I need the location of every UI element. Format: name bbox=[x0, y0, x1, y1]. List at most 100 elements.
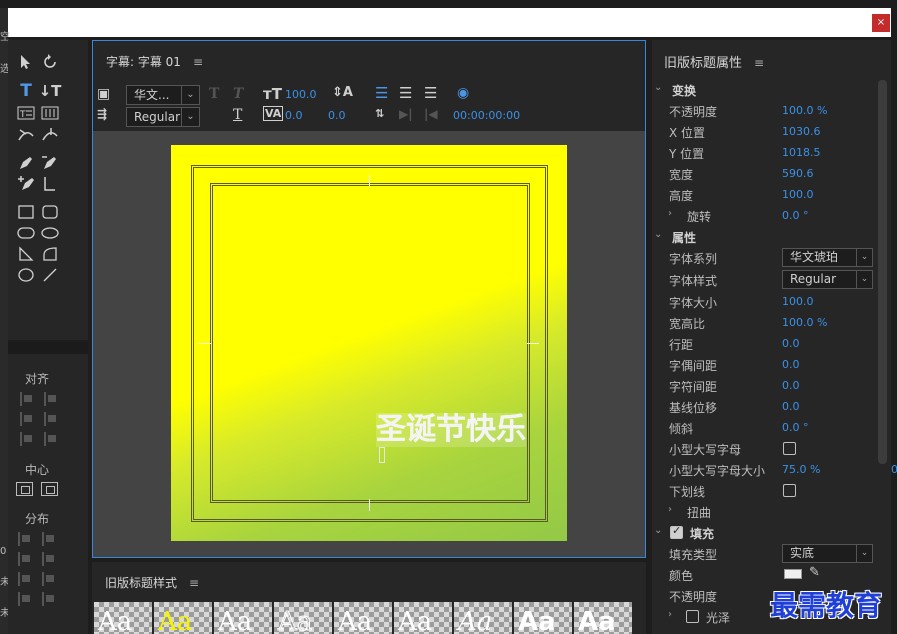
width-value[interactable]: 590.6 bbox=[782, 167, 814, 180]
underline-icon[interactable]: T bbox=[233, 107, 242, 123]
sheen-checkbox[interactable] bbox=[686, 610, 699, 623]
style-swatch[interactable]: Aa bbox=[514, 602, 572, 634]
delete-anchor-tool-icon[interactable] bbox=[40, 153, 60, 173]
style-swatch[interactable]: Aa bbox=[154, 602, 212, 634]
font-size-value[interactable]: 100.0 bbox=[782, 295, 814, 308]
rounded-corner-rectangle-tool-icon[interactable] bbox=[40, 223, 60, 243]
style-swatch[interactable]: Aa bbox=[394, 602, 452, 634]
properties-tab[interactable]: 旧版标题属性 ≡ bbox=[664, 52, 764, 71]
align-right-icon[interactable] bbox=[20, 432, 34, 446]
leading-value[interactable]: 0.0 bbox=[782, 337, 800, 350]
center-vertical-icon[interactable] bbox=[41, 482, 58, 496]
height-value[interactable]: 100.0 bbox=[782, 188, 814, 201]
vertical-area-type-tool-icon[interactable] bbox=[40, 103, 60, 123]
timecode-value[interactable]: 00:00:00:00 bbox=[453, 109, 520, 122]
tab-stop-ruler-icon[interactable]: ⇅ bbox=[375, 107, 384, 120]
attributes-section[interactable]: ⌄ 属性 bbox=[652, 226, 876, 247]
kerning-value[interactable]: 0.0 bbox=[782, 358, 800, 371]
properties-scrollbar[interactable] bbox=[878, 80, 887, 464]
smallcaps-size-value[interactable]: 75.0 % bbox=[782, 463, 820, 476]
add-anchor-tool-icon[interactable] bbox=[16, 174, 36, 194]
prop-row-distort[interactable]: › 扭曲 bbox=[652, 501, 876, 522]
fill-section[interactable]: ⌄ 填充 bbox=[652, 522, 876, 543]
aspect-value[interactable]: 100.0 % bbox=[782, 316, 827, 329]
rotate-tool-icon[interactable] bbox=[40, 52, 60, 72]
kerning-value[interactable]: 0.0 bbox=[285, 109, 303, 122]
distribute-bottom-icon[interactable] bbox=[42, 572, 56, 586]
titler-canvas[interactable]: 圣诞节快乐 bbox=[93, 131, 645, 557]
y-position-value[interactable]: 1018.5 bbox=[782, 146, 821, 159]
styles-tab[interactable]: 旧版标题样式 ≡ bbox=[105, 574, 199, 591]
area-type-tool-icon[interactable]: T bbox=[16, 103, 36, 123]
fill-color-swatch[interactable] bbox=[784, 569, 802, 579]
titler-tab[interactable]: 字幕: 字幕 01 ≡ bbox=[106, 53, 203, 70]
vertical-path-type-tool-icon[interactable] bbox=[40, 125, 60, 145]
rectangle-tool-icon[interactable] bbox=[16, 202, 36, 222]
path-type-tool-icon[interactable] bbox=[16, 125, 36, 145]
distribute-top-icon[interactable] bbox=[42, 532, 56, 546]
style-swatch[interactable]: Aa bbox=[274, 602, 332, 634]
play-back-icon[interactable]: |◀ bbox=[424, 107, 438, 121]
x-position-value[interactable]: 1030.6 bbox=[782, 125, 821, 138]
style-swatch[interactable]: Aa bbox=[574, 602, 632, 634]
convert-anchor-tool-icon[interactable] bbox=[40, 174, 60, 194]
pen-tool-icon[interactable] bbox=[16, 153, 36, 173]
clipped-corner-rectangle-tool-icon[interactable] bbox=[16, 223, 36, 243]
tab-stops-icon[interactable]: ⇶ bbox=[97, 107, 107, 121]
align-center-text-icon[interactable]: ☰ bbox=[399, 84, 412, 102]
prop-row-rotation[interactable]: › 旋转 0.0 ° bbox=[652, 205, 876, 226]
align-left-text-icon[interactable]: ☰ bbox=[375, 84, 388, 102]
distribute-right-icon[interactable] bbox=[18, 572, 32, 586]
style-swatch[interactable]: Aa bbox=[454, 602, 512, 634]
title-text-object[interactable]: 圣诞节快乐 bbox=[376, 413, 526, 447]
font-style-select[interactable]: Regular ⌄ bbox=[782, 270, 873, 289]
fill-checkbox[interactable] bbox=[670, 524, 683, 539]
selection-tool-icon[interactable] bbox=[16, 52, 36, 72]
italic-icon[interactable]: T bbox=[233, 86, 243, 102]
show-video-icon[interactable]: ◉ bbox=[457, 85, 469, 101]
distribute-center-v-icon[interactable] bbox=[42, 552, 56, 566]
center-horizontal-icon[interactable] bbox=[16, 482, 33, 496]
transform-section[interactable]: ⌄ 变换 bbox=[652, 79, 876, 100]
underline-checkbox[interactable] bbox=[783, 484, 796, 497]
distribute-left-icon[interactable] bbox=[18, 532, 32, 546]
style-swatch[interactable]: Aa bbox=[94, 602, 152, 634]
opacity-value[interactable]: 100.0 % bbox=[782, 104, 827, 117]
fill-type-select[interactable]: 实底 ⌄ bbox=[782, 544, 873, 563]
bold-icon[interactable]: T bbox=[209, 86, 219, 102]
align-center-h-icon[interactable] bbox=[20, 412, 34, 426]
distribute-even-h-icon[interactable] bbox=[18, 592, 32, 606]
wedge-tool-icon[interactable] bbox=[16, 244, 36, 264]
align-center-v-icon[interactable] bbox=[44, 412, 58, 426]
panel-menu-icon[interactable]: ≡ bbox=[189, 576, 199, 590]
baseline-value[interactable]: 0.0 bbox=[782, 400, 800, 413]
font-style-dropdown[interactable]: Regular ⌄ bbox=[126, 107, 200, 127]
play-forward-icon[interactable]: ▶| bbox=[399, 107, 413, 121]
ellipse-tool-icon[interactable] bbox=[16, 265, 36, 285]
vertical-type-tool-icon[interactable]: ↓T bbox=[39, 81, 62, 101]
distribute-center-h-icon[interactable] bbox=[18, 552, 32, 566]
smallcaps-checkbox[interactable] bbox=[783, 442, 796, 455]
font-size-value[interactable]: 100.0 bbox=[285, 88, 317, 101]
rounded-rectangle-tool-icon[interactable] bbox=[40, 202, 60, 222]
panel-menu-icon[interactable]: ≡ bbox=[193, 55, 203, 69]
close-button[interactable]: × bbox=[872, 14, 890, 32]
style-swatch[interactable]: Aa bbox=[334, 602, 392, 634]
roll-crawl-icon[interactable]: ▣ bbox=[97, 86, 110, 102]
align-left-icon[interactable] bbox=[20, 392, 34, 406]
leading-value[interactable]: 0.0 bbox=[328, 109, 346, 122]
arc-tool-icon[interactable] bbox=[40, 244, 60, 264]
eyedropper-icon[interactable]: ✎ bbox=[809, 565, 820, 580]
align-right-text-icon[interactable]: ☰ bbox=[424, 84, 437, 102]
rotation-value[interactable]: 0.0 ° bbox=[782, 209, 809, 222]
align-top-icon[interactable] bbox=[44, 392, 58, 406]
tracking-value[interactable]: 0.0 bbox=[782, 379, 800, 392]
line-tool-icon[interactable] bbox=[40, 265, 60, 285]
type-tool-icon[interactable]: T bbox=[16, 81, 36, 101]
align-bottom-icon[interactable] bbox=[44, 432, 58, 446]
slant-value[interactable]: 0.0 ° bbox=[782, 421, 809, 434]
font-family-select[interactable]: 华文琥珀 ⌄ bbox=[782, 248, 873, 267]
style-swatch[interactable]: Aa bbox=[214, 602, 272, 634]
font-family-dropdown[interactable]: 华文... ⌄ bbox=[126, 85, 200, 105]
distribute-even-v-icon[interactable] bbox=[42, 592, 56, 606]
